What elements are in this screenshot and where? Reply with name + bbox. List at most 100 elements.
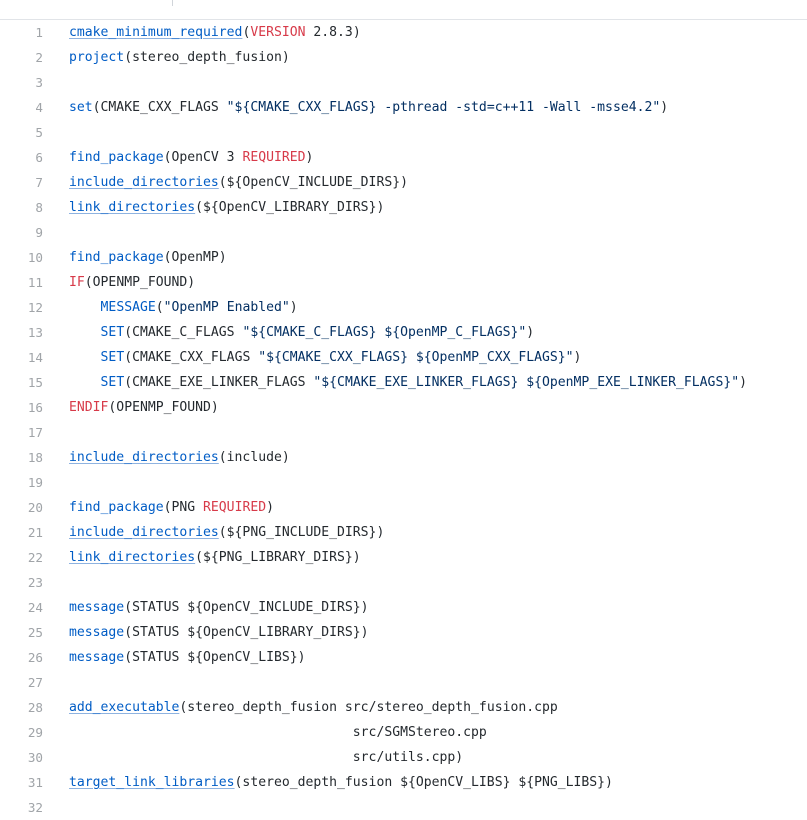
line-source: project(stereo_depth_fusion) [69, 45, 290, 70]
line-number[interactable]: 2 [0, 45, 43, 70]
header-divider [172, 0, 173, 6]
line-number[interactable]: 23 [0, 570, 43, 595]
line-number[interactable]: 15 [0, 370, 43, 395]
line-number[interactable]: 10 [0, 245, 43, 270]
line-number[interactable]: 4 [0, 95, 43, 120]
code-token: (STATUS ${OpenCV_LIBS}) [124, 650, 306, 665]
line-number[interactable]: 22 [0, 545, 43, 570]
code-line: 1 cmake_minimum_required(VERSION 2.8.3) [0, 20, 807, 45]
code-token: ) [739, 375, 747, 390]
code-token: (CMAKE_EXE_LINKER_FLAGS [124, 375, 314, 390]
code-token: (CMAKE_C_FLAGS [124, 325, 243, 340]
line-number[interactable]: 16 [0, 395, 43, 420]
code-line: 24 message(STATUS ${OpenCV_INCLUDE_DIRS}) [0, 595, 807, 620]
code-token: 2.8.3) [305, 25, 361, 40]
line-number[interactable]: 12 [0, 295, 43, 320]
code-token: project [69, 50, 125, 65]
code-line: 16 ENDIF(OPENMP_FOUND) [0, 395, 807, 420]
line-source: include_directories(include) [69, 445, 290, 470]
line-source: find_package(OpenCV 3 REQUIRED) [69, 145, 313, 170]
code-token: (${PNG_INCLUDE_DIRS}) [218, 525, 385, 540]
line-source: message(STATUS ${OpenCV_INCLUDE_DIRS}) [69, 595, 369, 620]
line-source: message(STATUS ${OpenCV_LIBS}) [69, 645, 306, 670]
line-source: include_directories(${OpenCV_INCLUDE_DIR… [69, 170, 408, 195]
code-token: (stereo_depth_fusion src/stereo_depth_fu… [179, 700, 558, 715]
code-token: (STATUS ${OpenCV_INCLUDE_DIRS}) [124, 600, 369, 615]
code-token: target_link_libraries [69, 775, 235, 790]
code-line: 4 set(CMAKE_CXX_FLAGS "${CMAKE_CXX_FLAGS}… [0, 95, 807, 120]
line-number[interactable]: 27 [0, 670, 43, 695]
code-token: find_package [69, 500, 164, 515]
code-token: (stereo_depth_fusion ${OpenCV_LIBS} ${PN… [234, 775, 613, 790]
code-token: include_directories [69, 450, 219, 465]
code-token: "${CMAKE_C_FLAGS} ${OpenMP_C_FLAGS}" [242, 325, 527, 340]
code-line: 15 SET(CMAKE_EXE_LINKER_FLAGS "${CMAKE_E… [0, 370, 807, 395]
line-number[interactable]: 9 [0, 220, 43, 245]
line-number[interactable]: 8 [0, 195, 43, 220]
code-line: 29 src/SGMStereo.cpp [0, 720, 807, 745]
line-number[interactable]: 14 [0, 345, 43, 370]
line-number[interactable]: 13 [0, 320, 43, 345]
line-source: IF(OPENMP_FOUND) [69, 270, 195, 295]
line-number[interactable]: 19 [0, 470, 43, 495]
code-line: 10 find_package(OpenMP) [0, 245, 807, 270]
line-number[interactable]: 5 [0, 120, 43, 145]
code-line: 5 [0, 120, 807, 145]
line-number[interactable]: 3 [0, 70, 43, 95]
code-line: 6 find_package(OpenCV 3 REQUIRED) [0, 145, 807, 170]
code-token: "${CMAKE_EXE_LINKER_FLAGS} ${OpenMP_EXE_… [313, 375, 740, 390]
line-number[interactable]: 21 [0, 520, 43, 545]
line-source: message(STATUS ${OpenCV_LIBRARY_DIRS}) [69, 620, 369, 645]
code-token: ENDIF [69, 400, 109, 415]
line-number[interactable]: 1 [0, 20, 43, 45]
code-line: 8 link_directories(${OpenCV_LIBRARY_DIRS}… [0, 195, 807, 220]
code-token: VERSION [250, 25, 306, 40]
code-token: ) [526, 325, 535, 340]
code-token: SET [100, 375, 125, 390]
line-number[interactable]: 25 [0, 620, 43, 645]
line-source: add_executable(stereo_depth_fusion src/s… [69, 695, 558, 720]
line-source: MESSAGE("OpenMP Enabled") [69, 295, 298, 320]
code-token: ) [266, 500, 274, 515]
line-number[interactable]: 20 [0, 495, 43, 520]
line-number[interactable]: 24 [0, 595, 43, 620]
line-source: link_directories(${PNG_LIBRARY_DIRS}) [69, 545, 361, 570]
code-line: 31 target_link_libraries(stereo_depth_fus… [0, 770, 807, 795]
code-token: (OPENMP_FOUND) [108, 400, 219, 415]
code-line: 17 [0, 420, 807, 445]
line-source: SET(CMAKE_CXX_FLAGS "${CMAKE_CXX_FLAGS} … [69, 345, 582, 370]
code-token: (${OpenCV_LIBRARY_DIRS}) [195, 200, 385, 215]
code-token: src/SGMStereo.cpp [69, 725, 487, 740]
line-source: SET(CMAKE_C_FLAGS "${CMAKE_C_FLAGS} ${Op… [69, 320, 535, 345]
code-line: 32 [0, 795, 807, 820]
line-number[interactable]: 6 [0, 145, 43, 170]
code-line: 12 MESSAGE("OpenMP Enabled") [0, 295, 807, 320]
line-number[interactable]: 29 [0, 720, 43, 745]
line-number[interactable]: 32 [0, 795, 43, 820]
line-number[interactable]: 18 [0, 445, 43, 470]
code-token: (${OpenCV_INCLUDE_DIRS}) [218, 175, 408, 190]
line-number[interactable]: 30 [0, 745, 43, 770]
code-line: 27 [0, 670, 807, 695]
code-token: "${CMAKE_CXX_FLAGS} ${OpenMP_CXX_FLAGS}" [258, 350, 574, 365]
line-source: target_link_libraries(stereo_depth_fusio… [69, 770, 613, 795]
line-number[interactable]: 28 [0, 695, 43, 720]
line-number[interactable]: 26 [0, 645, 43, 670]
code-line: 3 [0, 70, 807, 95]
line-number[interactable]: 31 [0, 770, 43, 795]
file-header-bar [0, 0, 807, 20]
code-line: 21 include_directories(${PNG_INCLUDE_DIRS… [0, 520, 807, 545]
line-number[interactable]: 7 [0, 170, 43, 195]
code-line: 22 link_directories(${PNG_LIBRARY_DIRS}) [0, 545, 807, 570]
code-token: message [69, 600, 125, 615]
line-source: cmake_minimum_required(VERSION 2.8.3) [69, 20, 361, 45]
code-token: REQUIRED [203, 500, 267, 515]
code-token: ( [155, 300, 164, 315]
line-number[interactable]: 17 [0, 420, 43, 445]
code-line: 19 [0, 470, 807, 495]
code-line: 30 src/utils.cpp) [0, 745, 807, 770]
line-number[interactable]: 11 [0, 270, 43, 295]
